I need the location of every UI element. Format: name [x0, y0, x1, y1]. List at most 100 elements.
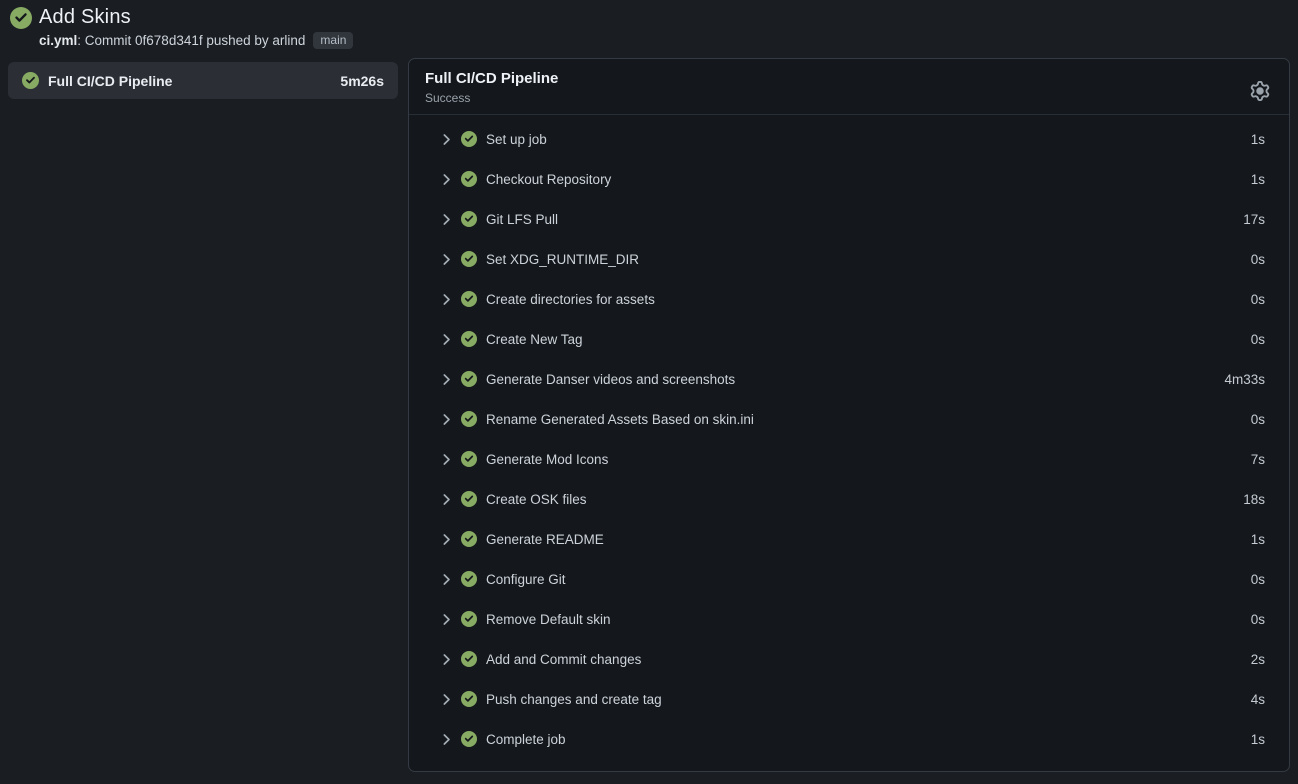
- step-row[interactable]: Set XDG_RUNTIME_DIR 0s: [409, 239, 1289, 279]
- step-duration: 4m33s: [1224, 372, 1265, 387]
- step-duration: 0s: [1251, 292, 1265, 307]
- step-duration: 1s: [1251, 132, 1265, 147]
- step-duration: 1s: [1251, 172, 1265, 187]
- gear-icon[interactable]: [1250, 81, 1270, 101]
- check-circle-icon: [10, 7, 32, 29]
- run-title: Add Skins: [39, 6, 131, 29]
- step-name: Create directories for assets: [486, 292, 655, 307]
- step-row[interactable]: Add and Commit changes 2s: [409, 639, 1289, 679]
- step-name: Create New Tag: [486, 332, 583, 347]
- chevron-right-icon[interactable]: [439, 492, 454, 507]
- check-circle-icon: [461, 731, 477, 747]
- jobs-sidebar: Full CI/CD Pipeline 5m26s: [8, 62, 398, 99]
- job-duration: 5m26s: [340, 73, 384, 89]
- check-circle-icon: [461, 251, 477, 267]
- step-name: Push changes and create tag: [486, 692, 662, 707]
- step-duration: 1s: [1251, 732, 1265, 747]
- step-name: Rename Generated Assets Based on skin.in…: [486, 412, 754, 427]
- branch-badge[interactable]: main: [313, 32, 353, 49]
- chevron-right-icon[interactable]: [439, 212, 454, 227]
- step-name: Remove Default skin: [486, 612, 611, 627]
- chevron-right-icon[interactable]: [439, 692, 454, 707]
- step-row[interactable]: Generate README 1s: [409, 519, 1289, 559]
- chevron-right-icon[interactable]: [439, 332, 454, 347]
- actions-run-page: { "header": { "title": "Add Skins", "wor…: [0, 0, 1298, 784]
- chevron-right-icon[interactable]: [439, 532, 454, 547]
- check-circle-icon: [461, 211, 477, 227]
- check-circle-icon: [461, 531, 477, 547]
- step-duration: 0s: [1251, 332, 1265, 347]
- step-row[interactable]: Create New Tag 0s: [409, 319, 1289, 359]
- chevron-right-icon[interactable]: [439, 452, 454, 467]
- step-duration: 0s: [1251, 572, 1265, 587]
- job-detail-panel: Full CI/CD Pipeline Success Set up job 1…: [408, 58, 1290, 772]
- step-name: Add and Commit changes: [486, 652, 641, 667]
- chevron-right-icon[interactable]: [439, 132, 454, 147]
- step-duration: 18s: [1243, 492, 1265, 507]
- step-row[interactable]: Configure Git 0s: [409, 559, 1289, 599]
- check-circle-icon: [461, 611, 477, 627]
- job-name: Full CI/CD Pipeline: [48, 73, 172, 89]
- check-circle-icon: [461, 411, 477, 427]
- check-circle-icon: [461, 131, 477, 147]
- step-duration: 7s: [1251, 452, 1265, 467]
- job-status-text: Success: [425, 91, 1273, 105]
- check-circle-icon: [461, 371, 477, 387]
- step-duration: 17s: [1243, 212, 1265, 227]
- check-circle-icon: [461, 651, 477, 667]
- step-duration: 0s: [1251, 252, 1265, 267]
- chevron-right-icon[interactable]: [439, 732, 454, 747]
- check-circle-icon: [461, 291, 477, 307]
- step-name: Checkout Repository: [486, 172, 611, 187]
- step-name: Complete job: [486, 732, 566, 747]
- step-row[interactable]: Rename Generated Assets Based on skin.in…: [409, 399, 1289, 439]
- commit-text: : Commit 0f678d341f pushed by arlind: [77, 33, 305, 48]
- step-duration: 1s: [1251, 532, 1265, 547]
- job-panel-header: Full CI/CD Pipeline Success: [409, 59, 1289, 115]
- run-subtitle: ci.yml: Commit 0f678d341f pushed by arli…: [39, 32, 1288, 49]
- job-panel-title: Full CI/CD Pipeline: [425, 70, 1273, 87]
- step-name: Git LFS Pull: [486, 212, 558, 227]
- step-name: Generate Mod Icons: [486, 452, 608, 467]
- chevron-right-icon[interactable]: [439, 292, 454, 307]
- check-circle-icon: [461, 571, 477, 587]
- check-circle-icon: [461, 171, 477, 187]
- step-row[interactable]: Remove Default skin 0s: [409, 599, 1289, 639]
- step-name: Generate Danser videos and screenshots: [486, 372, 735, 387]
- step-duration: 2s: [1251, 652, 1265, 667]
- step-row[interactable]: Generate Danser videos and screenshots 4…: [409, 359, 1289, 399]
- chevron-right-icon[interactable]: [439, 412, 454, 427]
- step-name: Configure Git: [486, 572, 566, 587]
- check-circle-icon: [461, 331, 477, 347]
- run-header: Add Skins ci.yml: Commit 0f678d341f push…: [0, 0, 1298, 49]
- chevron-right-icon[interactable]: [439, 612, 454, 627]
- check-circle-icon: [461, 491, 477, 507]
- step-duration: 0s: [1251, 612, 1265, 627]
- step-name: Set up job: [486, 132, 547, 147]
- step-row[interactable]: Push changes and create tag 4s: [409, 679, 1289, 719]
- chevron-right-icon[interactable]: [439, 252, 454, 267]
- steps-list: Set up job 1s Checkout Repository 1s Git…: [409, 115, 1289, 771]
- step-row[interactable]: Complete job 1s: [409, 719, 1289, 759]
- step-row[interactable]: Create directories for assets 0s: [409, 279, 1289, 319]
- check-circle-icon: [22, 72, 39, 89]
- workflow-file-name: ci.yml: [39, 33, 77, 48]
- step-row[interactable]: Create OSK files 18s: [409, 479, 1289, 519]
- step-row[interactable]: Generate Mod Icons 7s: [409, 439, 1289, 479]
- chevron-right-icon[interactable]: [439, 372, 454, 387]
- step-duration: 4s: [1251, 692, 1265, 707]
- check-circle-icon: [461, 451, 477, 467]
- chevron-right-icon[interactable]: [439, 652, 454, 667]
- sidebar-job-item[interactable]: Full CI/CD Pipeline 5m26s: [8, 62, 398, 99]
- step-row[interactable]: Checkout Repository 1s: [409, 159, 1289, 199]
- run-header-top: Add Skins: [10, 6, 1288, 29]
- step-name: Set XDG_RUNTIME_DIR: [486, 252, 639, 267]
- check-circle-icon: [461, 691, 477, 707]
- step-name: Create OSK files: [486, 492, 587, 507]
- step-name: Generate README: [486, 532, 604, 547]
- step-row[interactable]: Set up job 1s: [409, 119, 1289, 159]
- chevron-right-icon[interactable]: [439, 172, 454, 187]
- step-duration: 0s: [1251, 412, 1265, 427]
- chevron-right-icon[interactable]: [439, 572, 454, 587]
- step-row[interactable]: Git LFS Pull 17s: [409, 199, 1289, 239]
